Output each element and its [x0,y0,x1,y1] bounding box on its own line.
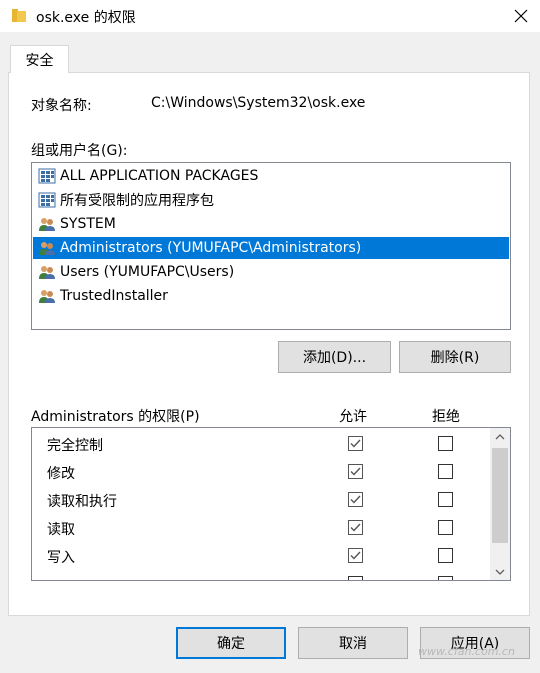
deny-column-header: 拒绝 [432,409,460,425]
users-icon [39,266,55,279]
folder-icon [12,9,26,22]
list-item-label: SYSTEM [60,216,116,232]
allow-checkbox[interactable] [348,464,363,479]
title-bar: osk.exe 的权限 [0,0,540,32]
deny-checkbox[interactable] [438,576,453,580]
allow-column-header: 允许 [339,409,367,425]
scroll-thumb[interactable] [492,448,508,543]
permission-row: 完全控制 [32,430,488,458]
allow-checkbox[interactable] [348,436,363,451]
list-item-label: ALL APPLICATION PACKAGES [60,168,259,184]
groups-listbox[interactable]: ALL APPLICATION PACKAGES 所有受限制的应用程序包 SYS… [31,162,511,330]
checkmark-icon [350,495,361,504]
permission-row: 读取和执行 [32,486,488,514]
permissions-list: 完全控制 修改 读取和执行 读取 写入 [31,427,511,581]
permissions-scrollbar[interactable] [490,428,510,580]
permission-row: 读取 [32,514,488,542]
permissions-header: Administrators 的权限(P) [31,409,200,425]
allow-checkbox[interactable] [348,492,363,507]
deny-checkbox[interactable] [438,548,453,563]
window-title: osk.exe 的权限 [36,10,136,26]
list-item[interactable]: ALL APPLICATION PACKAGES [33,165,509,187]
permission-row-partial [32,570,488,580]
close-icon [514,9,528,23]
ok-button-label: 确定 [217,636,245,652]
security-panel: 对象名称: C:\Windows\System32\osk.exe 组或用户名(… [8,72,530,616]
allow-checkbox[interactable] [348,576,363,580]
deny-checkbox[interactable] [438,464,453,479]
checkmark-icon [350,551,361,560]
permission-name: 完全控制 [47,438,103,454]
groups-label: 组或用户名(G): [31,143,128,159]
scroll-down-button[interactable] [490,563,510,580]
list-item[interactable]: Users (YUMUFAPC\Users) [33,261,509,283]
list-item[interactable]: SYSTEM [33,213,509,235]
tab-security[interactable]: 安全 [10,45,69,73]
app-package-icon [38,168,56,184]
checkmark-icon [350,439,361,448]
scroll-up-button[interactable] [490,428,510,445]
permission-row: 写入 [32,542,488,570]
checkmark-icon [350,467,361,476]
chevron-down-icon [495,569,505,575]
object-name-label: 对象名称: [31,98,92,114]
users-icon [39,218,55,231]
object-name-value: C:\Windows\System32\osk.exe [151,95,366,111]
list-item-label: Administrators (YUMUFAPC\Administrators) [60,240,362,256]
deny-checkbox[interactable] [438,436,453,451]
users-icon [39,290,55,303]
app-package-icon [38,192,56,208]
remove-button[interactable]: 删除(R) [399,341,511,373]
deny-checkbox[interactable] [438,492,453,507]
permission-name: 写入 [47,550,75,566]
add-button[interactable]: 添加(D)... [278,341,391,373]
list-item-label: Users (YUMUFAPC\Users) [60,264,235,280]
tab-label: 安全 [25,52,54,69]
remove-button-label: 删除(R) [430,350,480,366]
add-button-label: 添加(D)... [302,350,367,366]
allow-checkbox[interactable] [348,520,363,535]
allow-checkbox[interactable] [348,548,363,563]
permission-row: 修改 [32,458,488,486]
chevron-up-icon [495,433,505,439]
permission-name: 修改 [47,466,75,482]
deny-checkbox[interactable] [438,520,453,535]
list-item[interactable]: 所有受限制的应用程序包 [33,189,509,211]
cancel-button-label: 取消 [339,636,367,652]
list-item[interactable]: TrustedInstaller [33,285,509,307]
cancel-button[interactable]: 取消 [298,627,408,659]
users-icon [39,242,55,255]
permission-name: 读取和执行 [47,494,117,510]
permission-name: 读取 [47,522,75,538]
checkmark-icon [350,523,361,532]
list-item-label: TrustedInstaller [60,288,168,304]
close-button[interactable] [502,0,540,32]
list-item-label: 所有受限制的应用程序包 [60,193,214,209]
dialog-client: 安全 对象名称: C:\Windows\System32\osk.exe 组或用… [0,32,540,673]
list-item[interactable]: Administrators (YUMUFAPC\Administrators) [33,237,509,259]
watermark: www.cfan.com.cn [418,645,515,658]
ok-button[interactable]: 确定 [176,627,286,659]
